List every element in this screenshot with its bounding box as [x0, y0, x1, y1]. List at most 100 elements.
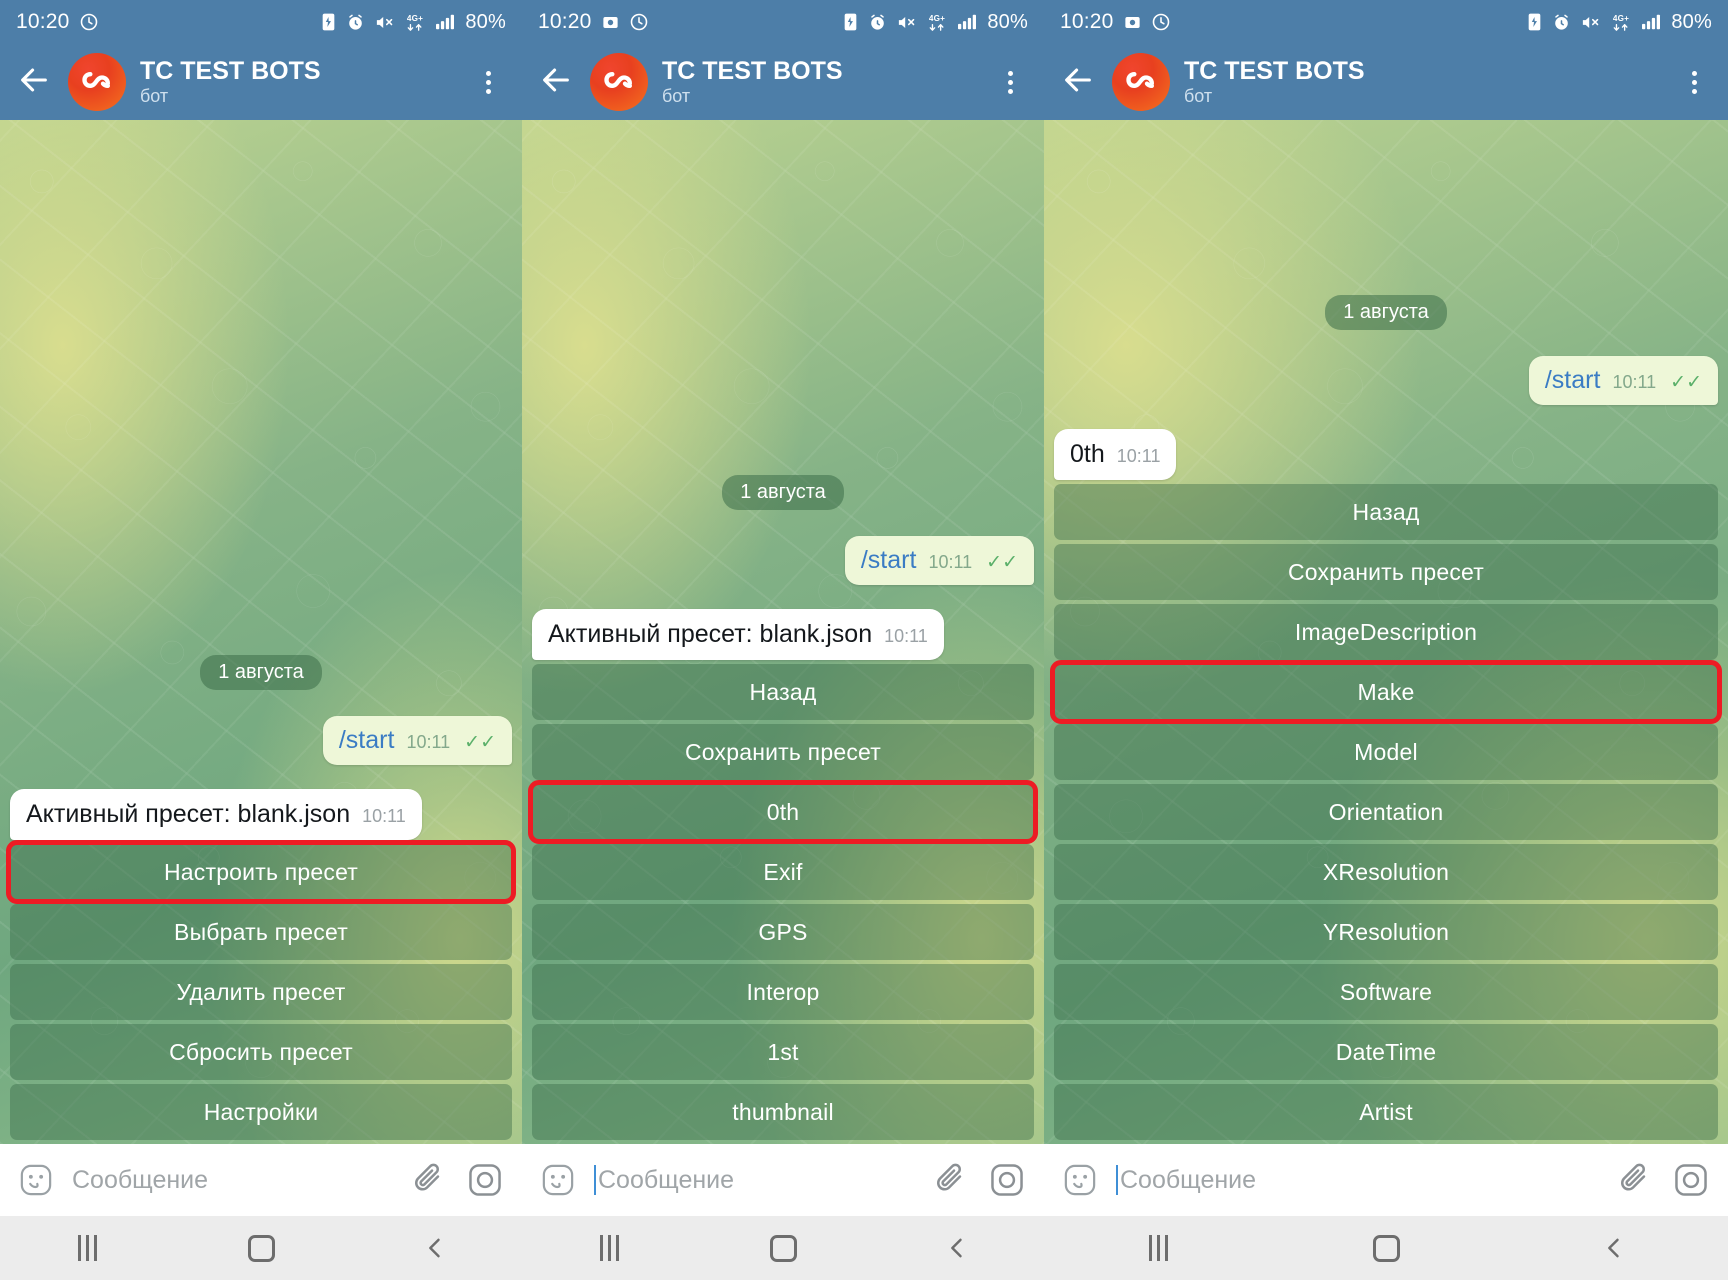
chat-area: 1 августа /start 10:11 ✓✓ 0th 10:11 Наза… [1044, 120, 1728, 1144]
keyboard-button[interactable]: Model [1054, 724, 1718, 780]
kebab-menu-icon[interactable] [468, 62, 508, 102]
chat-subtitle: бот [1184, 85, 1213, 106]
back-chevron-icon[interactable] [405, 1226, 465, 1270]
phone-screen-2: 10:20 4G+ 80% TC TEST BOTS бот 1 августа… [522, 0, 1044, 1280]
keyboard-button[interactable]: DateTime [1054, 1024, 1718, 1080]
incoming-message-text: 0th [1070, 440, 1105, 468]
keyboard-button[interactable]: Make [1050, 660, 1722, 724]
camera-icon[interactable] [988, 1161, 1026, 1199]
back-chevron-icon[interactable] [927, 1226, 987, 1270]
incoming-message-bubble[interactable]: 0th 10:11 [1054, 429, 1177, 480]
keyboard-button[interactable]: XResolution [1054, 844, 1718, 900]
keyboard-button-label: Удалить пресет [176, 978, 346, 1005]
message-composer: Сообщение [1044, 1144, 1728, 1216]
app-bar: TC TEST BOTS бот [0, 44, 522, 120]
smiley-icon[interactable] [18, 1162, 54, 1198]
svg-text:4G+: 4G+ [929, 14, 945, 23]
system-nav-bar [1044, 1216, 1728, 1280]
chat-title-block[interactable]: TC TEST BOTS бот [1184, 57, 1660, 107]
outgoing-message-text: /start [1544, 366, 1601, 394]
signal-bars-icon [1642, 13, 1662, 31]
keyboard-button[interactable]: Artist [1054, 1084, 1718, 1140]
message-input[interactable]: Сообщение [1116, 1144, 1598, 1216]
mute-icon [1580, 13, 1600, 32]
read-receipt-icon: ✓✓ [986, 552, 1018, 573]
camera-icon[interactable] [466, 1161, 504, 1199]
keyboard-button[interactable]: YResolution [1054, 904, 1718, 960]
message-input-placeholder: Сообщение [72, 1165, 209, 1194]
paperclip-icon[interactable] [1616, 1161, 1654, 1199]
keyboard-button[interactable]: Exif [532, 844, 1034, 900]
back-button[interactable] [1058, 62, 1098, 102]
battery-percent: 80% [987, 10, 1028, 33]
keyboard-button[interactable]: Выбрать пресет [10, 904, 512, 960]
keyboard-button[interactable]: 0th [528, 780, 1038, 844]
day-separator: 1 августа [722, 475, 844, 510]
paperclip-icon[interactable] [410, 1161, 448, 1199]
keyboard-button[interactable]: Сохранить пресет [1054, 544, 1718, 600]
keyboard-button-label: Exif [763, 858, 803, 885]
home-icon[interactable] [231, 1226, 291, 1270]
day-separator: 1 августа [200, 655, 322, 690]
arrow-left-icon [1061, 63, 1095, 102]
status-bar: 10:20 4G+ 80% [522, 0, 1044, 44]
keyboard-button-label: Сбросить пресет [169, 1038, 353, 1065]
home-icon[interactable] [1356, 1226, 1416, 1270]
keyboard-button-label: Сохранить пресет [1288, 558, 1484, 585]
screenshot-icon [1123, 13, 1142, 32]
keyboard-button[interactable]: ImageDescription [1054, 604, 1718, 660]
keyboard-button-label: XResolution [1322, 858, 1450, 885]
kebab-menu-icon[interactable] [1674, 62, 1714, 102]
keyboard-button[interactable]: Назад [532, 664, 1034, 720]
mute-icon [896, 13, 916, 32]
camera-icon[interactable] [1672, 1161, 1710, 1199]
system-nav-bar [522, 1216, 1044, 1280]
smiley-icon[interactable] [1062, 1162, 1098, 1198]
read-receipt-icon: ✓✓ [1670, 372, 1702, 393]
incoming-message-bubble[interactable]: Активный пресет: blank.json 10:11 [10, 789, 422, 840]
back-button[interactable] [14, 62, 54, 102]
keyboard-button[interactable]: thumbnail [532, 1084, 1034, 1140]
outgoing-message-bubble[interactable]: /start 10:11 ✓✓ [1528, 356, 1718, 405]
keyboard-button-label: Orientation [1328, 798, 1444, 825]
keyboard-button[interactable]: Interop [532, 964, 1034, 1020]
4g-plus-icon: 4G+ [1609, 12, 1633, 32]
keyboard-button-label: DateTime [1335, 1038, 1437, 1065]
kebab-menu-icon[interactable] [990, 62, 1030, 102]
keyboard-button[interactable]: Настройки [10, 1084, 512, 1140]
chat-area: 1 августа /start 10:11 ✓✓ Активный пресе… [522, 120, 1044, 1144]
outgoing-message-bubble[interactable]: /start 10:11 ✓✓ [844, 536, 1034, 585]
keyboard-button[interactable]: Настроить пресет [6, 840, 516, 904]
smiley-icon[interactable] [540, 1162, 576, 1198]
recents-icon[interactable] [57, 1226, 117, 1270]
keyboard-button[interactable]: GPS [532, 904, 1034, 960]
avatar[interactable] [1112, 53, 1170, 111]
keyboard-button[interactable]: Сбросить пресет [10, 1024, 512, 1080]
chat-title-block[interactable]: TC TEST BOTS бот [140, 57, 454, 107]
battery-percent: 80% [465, 10, 506, 33]
keyboard-button[interactable]: Orientation [1054, 784, 1718, 840]
message-input[interactable]: Сообщение [72, 1144, 392, 1216]
recents-icon[interactable] [579, 1226, 639, 1270]
keyboard-button[interactable]: Сохранить пресет [532, 724, 1034, 780]
bot-reply-keyboard: Назад Сохранить пресет ImageDescription … [1050, 484, 1722, 1140]
arrow-left-icon [17, 63, 51, 102]
keyboard-button[interactable]: Назад [1054, 484, 1718, 540]
keyboard-button[interactable]: 1st [532, 1024, 1034, 1080]
avatar[interactable] [590, 53, 648, 111]
incoming-message-bubble[interactable]: Активный пресет: blank.json 10:11 [532, 609, 944, 660]
keyboard-button-label: Make [1357, 678, 1415, 705]
back-chevron-icon[interactable] [1584, 1226, 1644, 1270]
paperclip-icon[interactable] [932, 1161, 970, 1199]
keyboard-button[interactable]: Удалить пресет [10, 964, 512, 1020]
message-input[interactable]: Сообщение [594, 1144, 914, 1216]
recents-icon[interactable] [1128, 1226, 1188, 1270]
keyboard-button[interactable]: Software [1054, 964, 1718, 1020]
bot-reply-keyboard: Настроить пресет Выбрать пресет Удалить … [6, 840, 516, 1140]
outgoing-message-bubble[interactable]: /start 10:11 ✓✓ [322, 716, 512, 765]
avatar[interactable] [68, 53, 126, 111]
chat-title-block[interactable]: TC TEST BOTS бот [662, 57, 976, 107]
page-title: TC TEST BOTS [662, 56, 843, 85]
back-button[interactable] [536, 62, 576, 102]
home-icon[interactable] [753, 1226, 813, 1270]
